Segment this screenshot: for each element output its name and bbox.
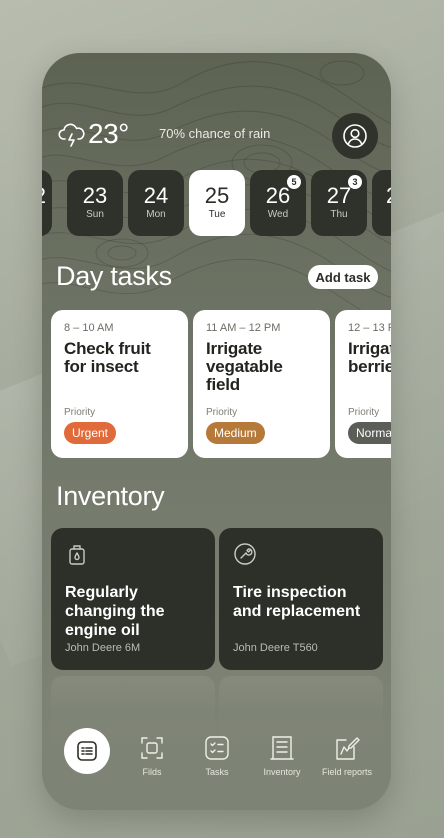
tasks-icon xyxy=(205,736,229,760)
date-item[interactable]: 24 Mon xyxy=(128,170,184,236)
app-screen: 23° 70% chance of rain 22 23 Sun 24 Mon … xyxy=(42,53,391,810)
nav-item-tasks[interactable]: Tasks xyxy=(182,735,252,777)
nav-home-button[interactable] xyxy=(64,728,110,774)
rain-chance: 70% chance of rain xyxy=(159,126,271,141)
dashboard-icon xyxy=(77,741,97,761)
field-reports-icon xyxy=(336,737,360,760)
task-name: Check fruit for insect xyxy=(64,339,151,376)
inventory-card[interactable]: Regularly changing the engine oil John D… xyxy=(51,528,215,670)
date-weekday: Tue xyxy=(208,209,226,220)
date-weekday: Wed xyxy=(267,209,289,220)
date-number: 24 xyxy=(143,183,169,208)
temperature: 23° xyxy=(88,118,129,149)
nav-item-inventory[interactable]: Inventory xyxy=(247,735,317,777)
task-name: Irrigat berrie xyxy=(348,339,391,376)
date-item[interactable]: 22 xyxy=(42,170,52,236)
priority-badge: Urgent xyxy=(64,422,117,444)
priority-label: Priority xyxy=(206,407,238,418)
nav-label: Field reports xyxy=(321,767,373,777)
nav-item-field-reports[interactable]: Field reports xyxy=(312,735,382,777)
task-time: 12 – 13 P xyxy=(348,322,391,334)
inventory-card-subtitle: John Deere T560 xyxy=(233,642,318,654)
task-time: 8 – 10 AM xyxy=(64,322,114,334)
fields-icon xyxy=(141,737,163,759)
priority-badge: Norma xyxy=(348,422,391,444)
nav-label: Inventory xyxy=(263,767,301,777)
date-item[interactable]: 28 xyxy=(372,170,391,236)
inventory-icon xyxy=(270,736,294,760)
inventory-card[interactable]: Tire inspection and replacement John Dee… xyxy=(219,528,383,670)
date-number: 23 xyxy=(82,183,108,208)
nav-item-fields[interactable]: Filds xyxy=(117,735,187,777)
avatar[interactable] xyxy=(332,113,378,159)
date-number: 25 xyxy=(204,183,230,208)
inventory-card-title: Tire inspection and replacement xyxy=(233,584,361,620)
date-item-selected[interactable]: 25 Tue xyxy=(189,170,245,236)
task-name: Irrigate vegatable field xyxy=(206,339,283,394)
date-weekday: Sun xyxy=(86,209,104,220)
task-card[interactable]: 8 – 10 AM Check fruit for insect Priorit… xyxy=(51,310,188,458)
add-task-button[interactable]: Add task xyxy=(308,265,378,289)
nav-label: Tasks xyxy=(205,767,229,777)
inventory-title: Inventory xyxy=(56,481,165,511)
inventory-card-subtitle: John Deere 6M xyxy=(65,642,141,654)
oil-canister-icon xyxy=(69,545,85,565)
inventory-card-title: Regularly changing the engine oil xyxy=(65,584,165,639)
date-weekday: Thu xyxy=(330,209,348,220)
cloud-lightning-icon xyxy=(58,123,85,147)
date-strip: 22 23 Sun 24 Mon 25 Tue 5 26 Wed 3 27 Th… xyxy=(42,170,391,236)
date-item[interactable]: 3 27 Thu xyxy=(311,170,367,236)
date-weekday: Mon xyxy=(146,209,166,220)
date-item[interactable]: 5 26 Wed xyxy=(250,170,306,236)
task-time: 11 AM – 12 PM xyxy=(206,322,281,334)
priority-label: Priority xyxy=(348,407,380,418)
date-number: 28 xyxy=(372,184,391,208)
task-card[interactable]: 11 AM – 12 PM Irrigate vegatable field P… xyxy=(193,310,330,458)
date-number: 22 xyxy=(42,184,52,208)
bottom-navigation: Filds Tasks Inventory Field reports xyxy=(42,725,391,785)
priority-badge: Medium xyxy=(206,422,265,444)
nav-label: Filds xyxy=(142,767,162,777)
priority-label: Priority xyxy=(64,407,96,418)
task-count-badge: 3 xyxy=(348,175,362,189)
date-item[interactable]: 23 Sun xyxy=(67,170,123,236)
user-icon xyxy=(343,124,367,148)
task-card[interactable]: 12 – 13 P Irrigat berrie Priority Norma xyxy=(335,310,391,458)
header: 23° 70% chance of rain xyxy=(42,111,391,159)
wrench-icon xyxy=(234,543,256,565)
day-tasks-title: Day tasks xyxy=(56,261,172,291)
task-count-badge: 5 xyxy=(287,175,301,189)
